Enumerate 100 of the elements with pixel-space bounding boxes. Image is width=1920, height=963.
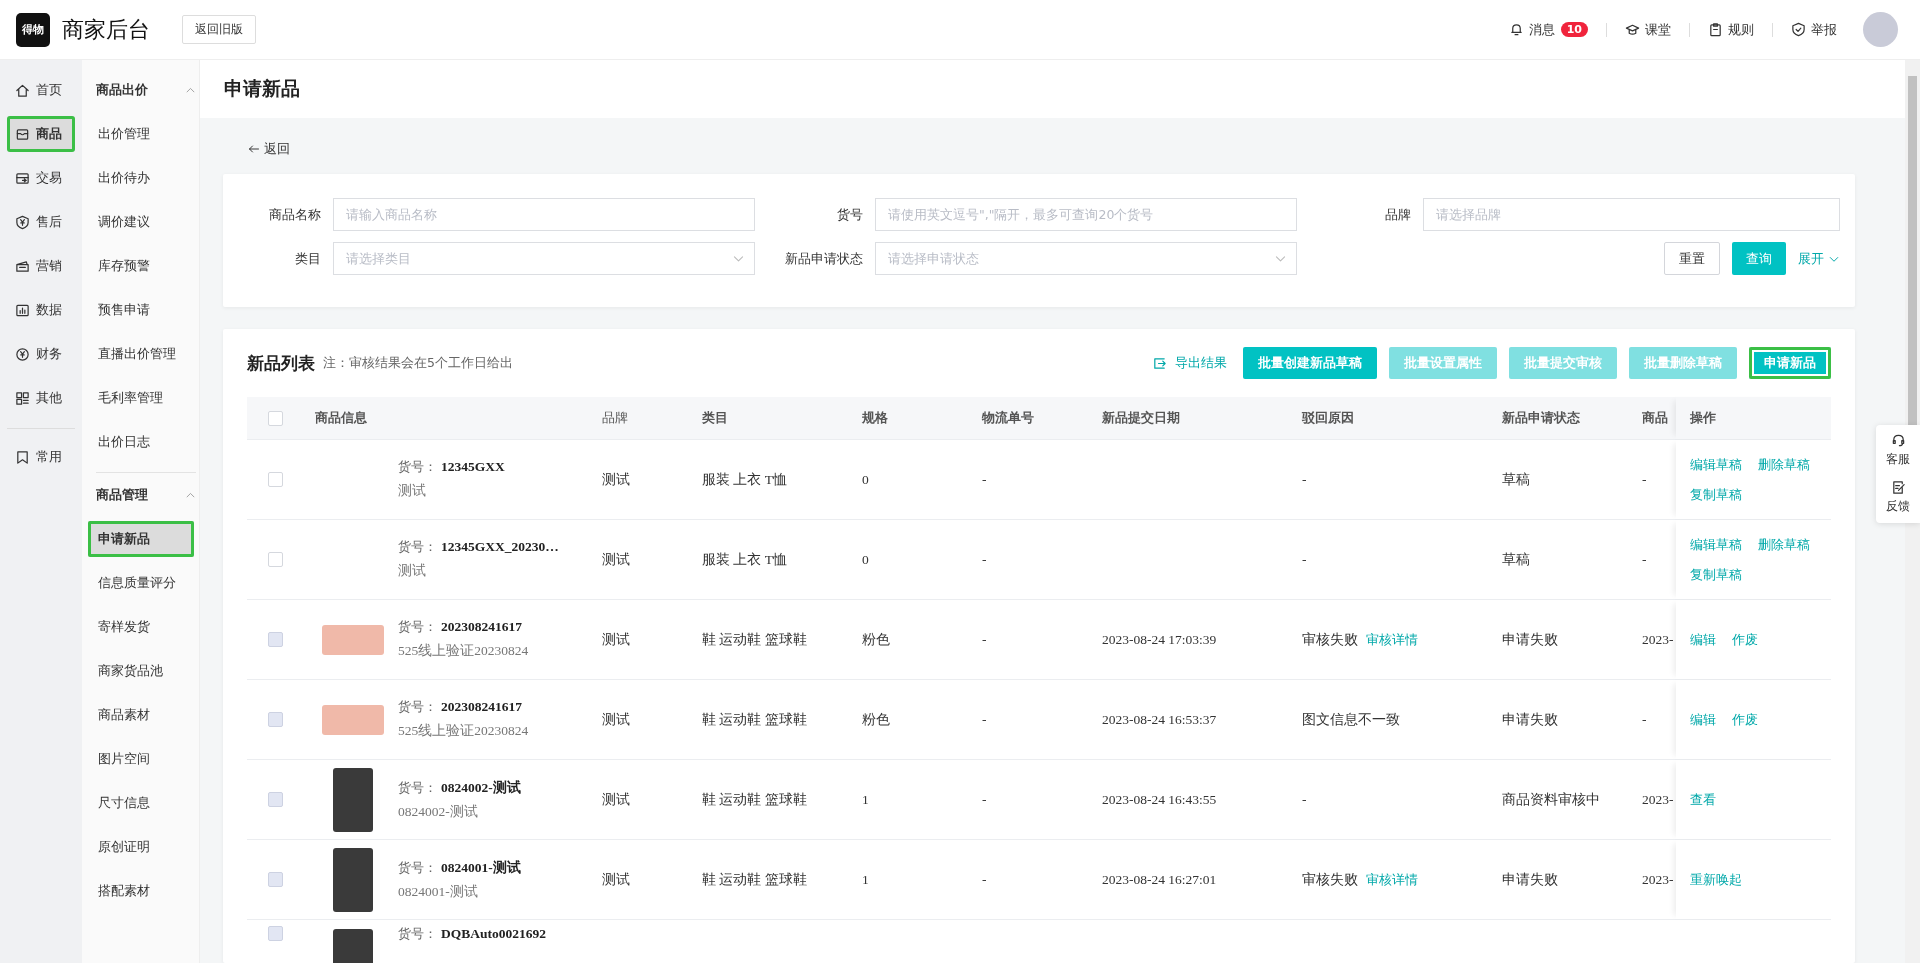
table-cell: 服装 上衣 T恤 — [702, 550, 787, 569]
table-cell: 草稿 — [1502, 550, 1530, 569]
nav-item[interactable]: 交易 — [7, 160, 75, 196]
table-cell: 2023-08-24 16:27:01 — [1102, 871, 1217, 888]
edit-icon — [1890, 480, 1906, 495]
table-cell: 草稿 — [1502, 470, 1530, 489]
submenu-item[interactable]: 商品素材 — [88, 697, 194, 733]
input-field[interactable]: 请选择品牌 — [1423, 198, 1840, 231]
table-cell: 测试 — [602, 870, 630, 889]
float-button[interactable]: 反馈 — [1886, 480, 1910, 515]
nav-item[interactable]: 数据 — [7, 292, 75, 328]
product-name: 525线上验证20230824 — [398, 722, 529, 740]
sku-number: 202308241617 — [441, 619, 522, 634]
arrow-left-icon — [248, 143, 260, 155]
sku-number: 202308241617 — [441, 699, 522, 714]
sku-label: 货号： — [398, 926, 437, 941]
nav-item[interactable]: 其他 — [7, 380, 75, 416]
table-cell: - — [982, 711, 987, 728]
header-link[interactable]: 规则 — [1708, 20, 1754, 39]
sku-label: 货号： — [398, 539, 437, 554]
checkbox[interactable] — [268, 472, 283, 487]
nav-item[interactable]: 商品 — [7, 116, 75, 152]
submenu-item[interactable]: 申请新品 — [88, 521, 194, 557]
input-field[interactable]: 请输入商品名称 — [333, 198, 755, 231]
table-cell: 测试 — [602, 710, 630, 729]
submenu-item[interactable]: 出价日志 — [88, 424, 194, 460]
submenu-item[interactable]: 寄样发货 — [88, 609, 194, 645]
table-cell: 鞋 运动鞋 篮球鞋 — [702, 870, 807, 889]
back-link[interactable]: 返回 — [248, 140, 290, 158]
table-cell: 0 — [862, 551, 869, 568]
table-cell: 测试 — [602, 470, 630, 489]
menu-group-header[interactable]: 商品管理 — [96, 477, 196, 513]
sku-label: 货号： — [398, 779, 437, 795]
submenu-item[interactable]: 商家货品池 — [88, 653, 194, 689]
bell-icon — [1508, 22, 1524, 37]
submenu-item[interactable]: 库存预警 — [88, 248, 194, 284]
menu-group-header[interactable]: 商品出价 — [96, 72, 196, 108]
submenu-item[interactable]: 毛利率管理 — [88, 380, 194, 416]
clipboard-icon — [1708, 22, 1723, 37]
submenu-item[interactable]: 出价待办 — [88, 160, 194, 196]
product-name: 0824001-测试 — [398, 882, 479, 901]
column-header: 商品 — [1642, 409, 1668, 427]
count-badge: 10 — [1560, 22, 1588, 37]
table-cell: - — [1642, 551, 1647, 568]
bookmark-icon — [15, 449, 30, 465]
submenu-item[interactable]: 原创证明 — [88, 829, 194, 865]
table-cell: 测试 — [602, 630, 630, 649]
table-cell: 服装 上衣 T恤 — [702, 470, 787, 489]
float-button[interactable]: 客服 — [1886, 433, 1910, 468]
sku-label: 货号： — [398, 619, 437, 634]
table-cell: 1 — [862, 871, 869, 888]
column-header: 品牌 — [602, 409, 628, 427]
old-version-button[interactable]: 返回旧版 — [182, 15, 256, 44]
submenu-item[interactable]: 出价管理 — [88, 116, 194, 152]
shield-check-icon — [1791, 22, 1806, 37]
table-cell: - — [982, 631, 987, 648]
table-cell: 鞋 运动鞋 篮球鞋 — [702, 630, 807, 649]
submenu-item[interactable]: 信息质量评分 — [88, 565, 194, 601]
select-field[interactable]: 请选择申请状态 — [875, 242, 1297, 275]
product-name: 测试 — [398, 482, 427, 500]
table-cell: 鞋 运动鞋 篮球鞋 — [702, 710, 807, 729]
table-cell: 2023-08-24 17:03:39 — [1102, 631, 1217, 648]
table-cell: 申请失败 — [1502, 630, 1558, 649]
header-link[interactable]: 消息 — [1508, 20, 1555, 39]
submenu-item[interactable]: 预售申请 — [88, 292, 194, 328]
note-text: 注：审核结果会在5个工作日给出 — [323, 354, 513, 372]
table-cell: - — [982, 471, 987, 488]
field-label: 货号 — [836, 205, 864, 224]
nav-item[interactable]: 常用 — [7, 439, 75, 475]
reset-button[interactable]: 重置 — [1664, 242, 1720, 275]
table-cell: 2023- — [1642, 791, 1674, 808]
submenu-item[interactable]: 搭配素材 — [88, 873, 194, 909]
logo: 得物 — [16, 12, 50, 47]
table-cell: 测试 — [602, 790, 630, 809]
input-field[interactable]: 请使用英文逗号","隔开，最多可查询20个货号 — [875, 198, 1297, 231]
column-header: 规格 — [862, 409, 888, 427]
column-header: 物流单号 — [982, 409, 1034, 427]
avatar[interactable] — [1863, 12, 1898, 47]
submenu-item[interactable]: 尺寸信息 — [88, 785, 194, 821]
table-cell: - — [982, 791, 987, 808]
table-cell: 审核失败 — [1302, 870, 1358, 889]
wallet-icon — [15, 170, 30, 186]
table-cell: 审核失败 — [1302, 630, 1358, 649]
product-name: 测试 — [398, 562, 427, 580]
table-cell: 测试 — [602, 550, 630, 569]
submenu-item[interactable]: 直播出价管理 — [88, 336, 194, 372]
nav-item[interactable]: 首页 — [7, 72, 75, 108]
checkbox[interactable] — [268, 552, 283, 567]
submenu-item[interactable]: 调价建议 — [88, 204, 194, 240]
export-icon — [1152, 355, 1167, 371]
field-label: 商品名称 — [268, 205, 322, 224]
nav-item[interactable]: 财务 — [7, 336, 75, 372]
select-field[interactable]: 请选择类目 — [333, 242, 755, 275]
checkbox[interactable] — [268, 410, 283, 426]
header-link[interactable]: 举报 — [1791, 20, 1837, 39]
nav-item[interactable]: 营销 — [7, 248, 75, 284]
header-link[interactable]: 课堂 — [1625, 20, 1671, 39]
product-name: 0824002-测试 — [398, 802, 479, 821]
submenu-item[interactable]: 图片空间 — [88, 741, 194, 777]
nav-item[interactable]: 售后 — [7, 204, 75, 240]
